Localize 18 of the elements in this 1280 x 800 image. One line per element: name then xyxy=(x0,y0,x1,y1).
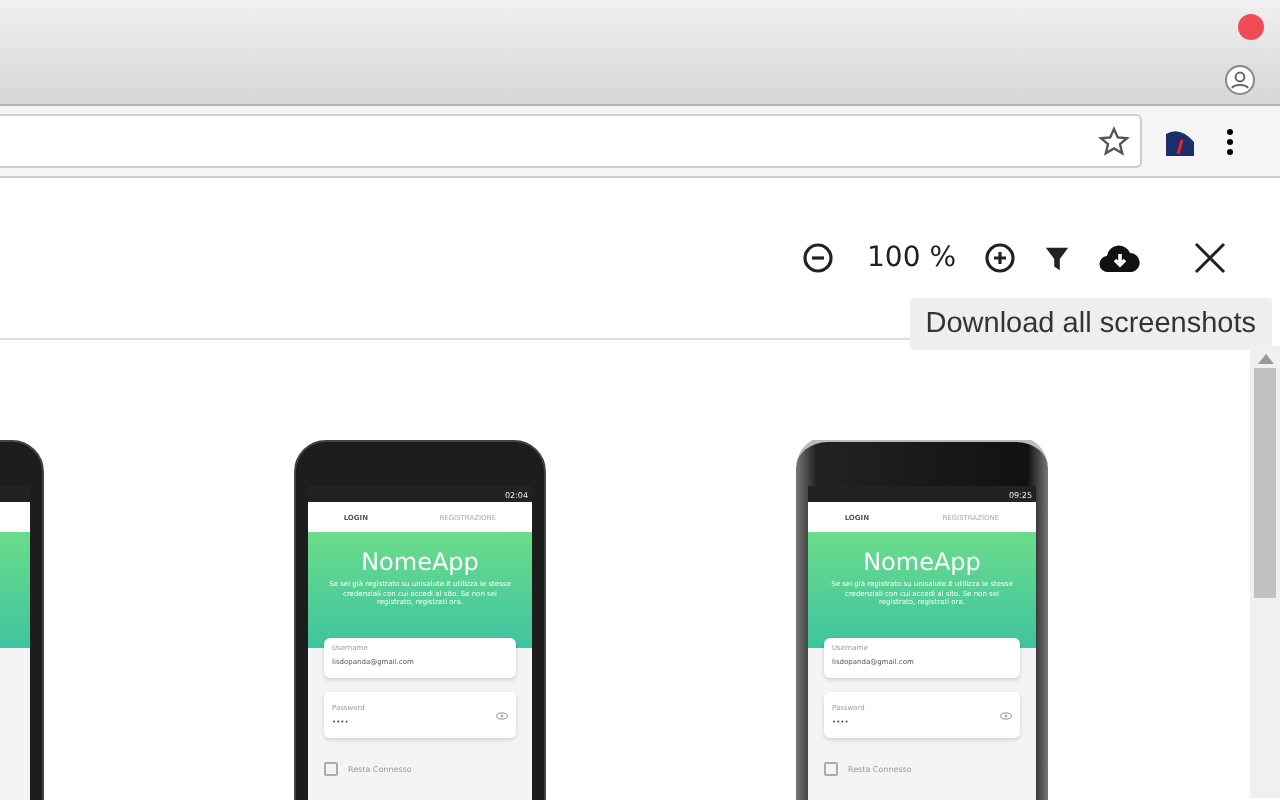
speedometer-icon[interactable] xyxy=(1164,125,1196,157)
zoom-in-icon[interactable] xyxy=(984,242,1016,274)
scrollbar[interactable] xyxy=(1250,346,1280,798)
checkbox[interactable] xyxy=(324,762,338,776)
profile-icon[interactable] xyxy=(1224,64,1256,96)
filter-icon[interactable] xyxy=(1044,245,1070,271)
zoom-level: 100 % xyxy=(867,242,956,274)
app-title: NomeApp xyxy=(863,548,981,576)
cloud-download-icon[interactable] xyxy=(1098,242,1142,274)
menu-icon[interactable] xyxy=(1226,127,1234,155)
zoom-out-icon[interactable] xyxy=(801,242,834,274)
tooltip: Download all screenshots xyxy=(909,298,1272,350)
close-icon[interactable] xyxy=(1194,242,1226,274)
star-icon[interactable] xyxy=(1098,125,1130,157)
app-title: NomeApp xyxy=(361,548,479,576)
scrollbar-thumb[interactable] xyxy=(1254,368,1276,598)
checkbox[interactable] xyxy=(824,762,838,776)
window-close-button[interactable] xyxy=(1238,14,1264,40)
